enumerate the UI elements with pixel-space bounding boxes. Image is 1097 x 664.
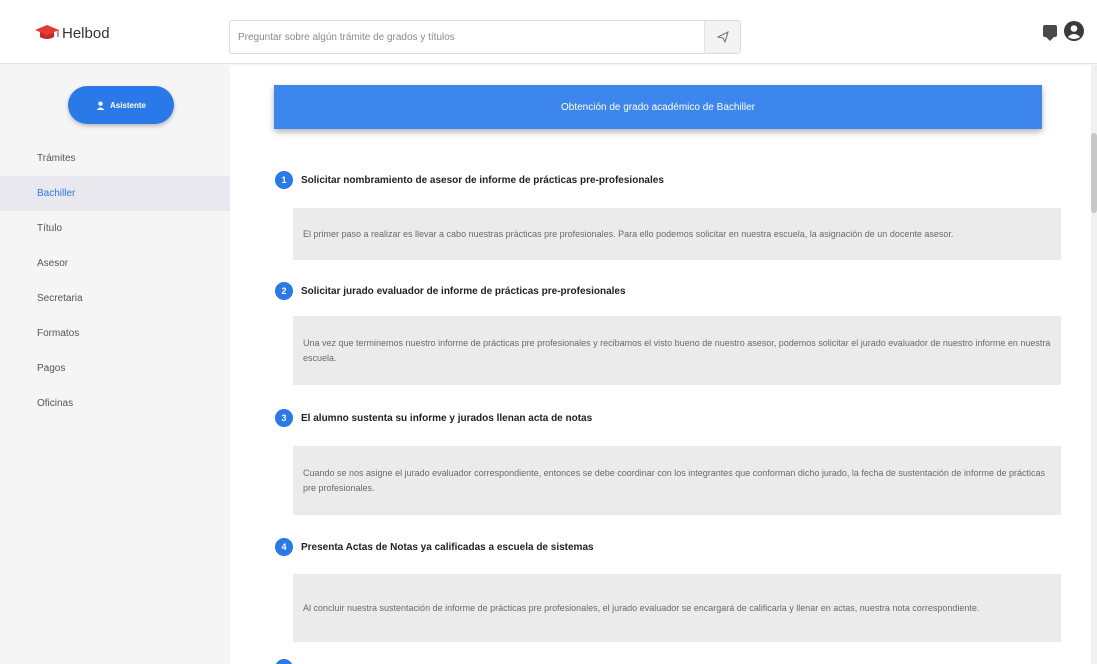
brand-name: Helbod [62,24,110,42]
step-description: Una vez que terminemos nuestro informe d… [293,316,1061,385]
step-title: 2 Solicitar jurado evaluador de informe … [275,282,626,300]
page-title: Obtención de grado académico de Bachille… [560,101,755,113]
graduation-cap-icon [35,25,59,39]
step-number-badge: 3 [275,409,293,427]
main-content: Obtención de grado académico de Bachille… [230,65,1097,664]
user-icon [96,101,105,110]
search-send-button[interactable] [704,21,740,53]
sidebar-item-titulo[interactable]: Título [0,211,230,246]
step-title-text: El alumno sustenta su informe y jurados … [301,412,593,424]
step-description-text: Al concluir nuestra sustentación de info… [303,602,980,613]
sidebar-item-pagos[interactable]: Pagos [0,351,230,386]
search-input[interactable] [230,21,706,53]
step-number-badge: 4 [275,538,293,556]
step-title-text: Solicitar jurado evaluador de informe de… [301,285,626,297]
step-number-badge [275,659,293,664]
step-title: 1 Solicitar nombramiento de asesor de in… [275,171,664,189]
step-number-badge: 2 [275,282,293,300]
top-bar: Helbod [0,0,1097,64]
assistant-button-label: Asistente [109,100,146,110]
sidebar-item-secretaria[interactable]: Secretaria [0,281,230,316]
step-title-text: Presenta Actas de Notas ya calificadas a… [301,541,594,553]
scrollbar-thumb[interactable] [1091,133,1097,213]
step-title: 3 El alumno sustenta su informe y jurado… [275,409,592,427]
user-circle-icon[interactable] [1063,20,1085,42]
page-scrollbar[interactable] [1091,65,1097,664]
sidebar-item-tramites[interactable]: Trámites [0,141,230,176]
sidebar-item-bachiller[interactable]: Bachiller [0,176,230,211]
sidebar-item-formatos[interactable]: Formatos [0,316,230,351]
step-description-text: Cuando se nos asigne el jurado evaluador… [303,467,1045,493]
step-description: El primer paso a realizar es llevar a ca… [293,208,1061,260]
search-bar [229,20,741,54]
step-description-text: El primer paso a realizar es llevar a ca… [303,228,954,239]
sidebar-nav: Trámites Bachiller Título Asesor Secreta… [0,141,230,421]
step-title-partial [275,659,293,664]
step-description-text: Una vez que terminemos nuestro informe d… [303,337,1051,363]
step-number-badge: 1 [275,171,293,189]
send-icon [716,31,729,43]
page-title-banner: Obtención de grado académico de Bachille… [274,85,1042,129]
header-actions [1043,20,1085,42]
step-description: Cuando se nos asigne el jurado evaluador… [293,446,1061,515]
step-description: Al concluir nuestra sustentación de info… [293,574,1061,642]
brand-logo[interactable]: Helbod [34,24,110,42]
sidebar-item-asesor[interactable]: Asesor [0,246,230,281]
sidebar: Asistente Trámites Bachiller Título Ases… [0,65,230,664]
step-title-text: Solicitar nombramiento de asesor de info… [301,174,664,186]
assistant-button[interactable]: Asistente [68,86,174,124]
sidebar-item-oficinas[interactable]: Oficinas [0,386,230,421]
step-title: 4 Presenta Actas de Notas ya calificadas… [275,538,594,556]
message-icon[interactable] [1043,25,1057,41]
